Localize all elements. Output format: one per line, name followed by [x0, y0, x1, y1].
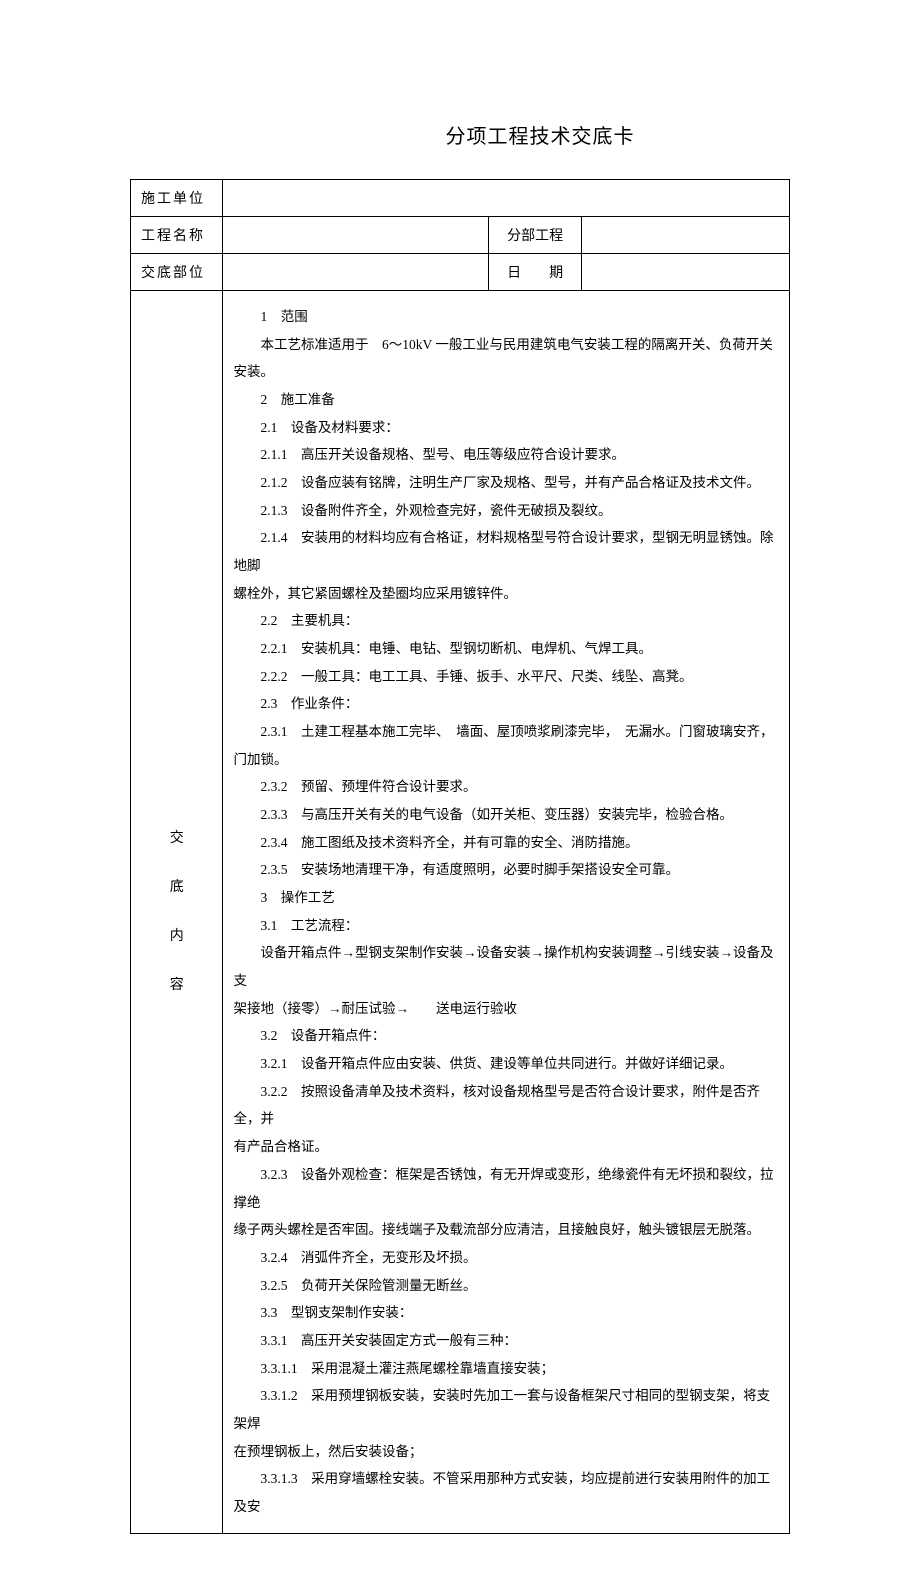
section-3-3-1-3: 3.3.1.3 采用穿墙螺栓安装。不管采用那种方式安装，均应提前进行安装用附件的… — [233, 1465, 779, 1520]
form-table: 施工单位 工程名称 分部工程 交底部位 日 期 交 底 内 容 1 范围 本工艺… — [130, 179, 790, 1534]
section-3-3-1-2a: 3.3.1.2 采用预埋钢板安装，安装时先加工一套与设备框架尺寸相同的型钢支架，… — [233, 1382, 779, 1437]
section-3: 3 操作工艺 — [233, 884, 779, 912]
section-3-2-3b: 缘子两头螺栓是否牢固。接线端子及载流部分应清洁，且接触良好，触头镀银层无脱落。 — [233, 1216, 779, 1244]
section-3-2-4: 3.2.4 消弧件齐全，无变形及坏损。 — [233, 1244, 779, 1272]
section-3-2-3a: 3.2.3 设备外观检查：框架是否锈蚀，有无开焊或变形，绝缘瓷件有无坏损和裂纹，… — [233, 1161, 779, 1216]
section-2-1-4b: 螺栓外，其它紧固螺栓及垫圈均应采用镀锌件。 — [233, 580, 779, 608]
section-2-3-3: 2.3.3 与高压开关有关的电气设备（如开关柜、变压器）安装完毕，检验合格。 — [233, 801, 779, 829]
label-date: 日 期 — [489, 254, 581, 291]
section-2-2-2: 2.2.2 一般工具：电工工具、手锤、扳手、水平尺、尺类、线坠、高凳。 — [233, 663, 779, 691]
section-3-1: 3.1 工艺流程： — [233, 912, 779, 940]
section-2-1-4a: 2.1.4 安装用的材料均应有合格证，材料规格型号符合设计要求，型钢无明显锈蚀。… — [233, 524, 779, 579]
section-3-3-1: 3.3.1 高压开关安装固定方式一般有三种： — [233, 1327, 779, 1355]
section-3-2-1: 3.2.1 设备开箱点件应由安装、供货、建设等单位共同进行。并做好详细记录。 — [233, 1050, 779, 1078]
label-construction-unit: 施工单位 — [131, 180, 223, 217]
section-1-text: 本工艺标准适用于 6～10kV 一般工业与民用建筑电气安装工程的隔离开关、负荷开… — [233, 331, 779, 386]
section-1: 1 范围 — [233, 303, 779, 331]
label-project-name: 工程名称 — [131, 217, 223, 254]
section-3-2-2a: 3.2.2 按照设备清单及技术资料，核对设备规格型号是否符合设计要求，附件是否齐… — [233, 1078, 779, 1133]
label-sub-project: 分部工程 — [489, 217, 581, 254]
section-2-3-2: 2.3.2 预留、预埋件符合设计要求。 — [233, 773, 779, 801]
section-3-2: 3.2 设备开箱点件： — [233, 1022, 779, 1050]
value-construction-unit — [223, 180, 790, 217]
section-2-3-5: 2.3.5 安装场地清理干净，有适度照明，必要时脚手架搭设安全可靠。 — [233, 856, 779, 884]
section-3-1-flow-a: 设备开箱点件→型钢支架制作安装→设备安装→操作机构安装调整→引线安装→设备及支 — [233, 939, 779, 994]
section-2-1-2: 2.1.2 设备应装有铭牌，注明生产厂家及规格、型号，并有产品合格证及技术文件。 — [233, 469, 779, 497]
section-2-2-1: 2.2.1 安装机具：电锤、电钻、型钢切断机、电焊机、气焊工具。 — [233, 635, 779, 663]
content-body: 1 范围 本工艺标准适用于 6～10kV 一般工业与民用建筑电气安装工程的隔离开… — [223, 291, 790, 1534]
value-project-name — [223, 217, 489, 254]
section-2-1: 2.1 设备及材料要求： — [233, 414, 779, 442]
label-disclosure-part: 交底部位 — [131, 254, 223, 291]
section-2-3-1: 2.3.1 土建工程基本施工完毕、 墙面、屋顶喷浆刷漆完毕， 无漏水。门窗玻璃安… — [233, 718, 779, 773]
section-3-3-1-2b: 在预埋钢板上，然后安装设备； — [233, 1438, 779, 1466]
side-char-3: 内 — [170, 929, 184, 944]
section-3-2-5: 3.2.5 负荷开关保险管测量无断丝。 — [233, 1272, 779, 1300]
section-3-3-1-1: 3.3.1.1 采用混凝土灌注燕尾螺栓靠墙直接安装； — [233, 1355, 779, 1383]
section-2-3: 2.3 作业条件： — [233, 690, 779, 718]
section-3-3: 3.3 型钢支架制作安装： — [233, 1299, 779, 1327]
section-3-1-flow-b: 架接地（接零）→耐压试验→ 送电运行验收 — [233, 995, 779, 1023]
section-2-3-4: 2.3.4 施工图纸及技术资料齐全，并有可靠的安全、消防措施。 — [233, 829, 779, 857]
page-title: 分项工程技术交底卡 — [130, 120, 790, 149]
value-disclosure-part — [223, 254, 489, 291]
side-label: 交 底 内 容 — [131, 291, 223, 1534]
section-2: 2 施工准备 — [233, 386, 779, 414]
value-date — [581, 254, 789, 291]
value-sub-project — [581, 217, 789, 254]
side-char-4: 容 — [170, 978, 184, 993]
section-2-1-1: 2.1.1 高压开关设备规格、型号、电压等级应符合设计要求。 — [233, 441, 779, 469]
section-2-1-3: 2.1.3 设备附件齐全，外观检查完好，瓷件无破损及裂纹。 — [233, 497, 779, 525]
section-2-2: 2.2 主要机具： — [233, 607, 779, 635]
section-3-2-2b: 有产品合格证。 — [233, 1133, 779, 1161]
side-char-1: 交 — [170, 831, 184, 846]
side-char-2: 底 — [170, 880, 184, 895]
